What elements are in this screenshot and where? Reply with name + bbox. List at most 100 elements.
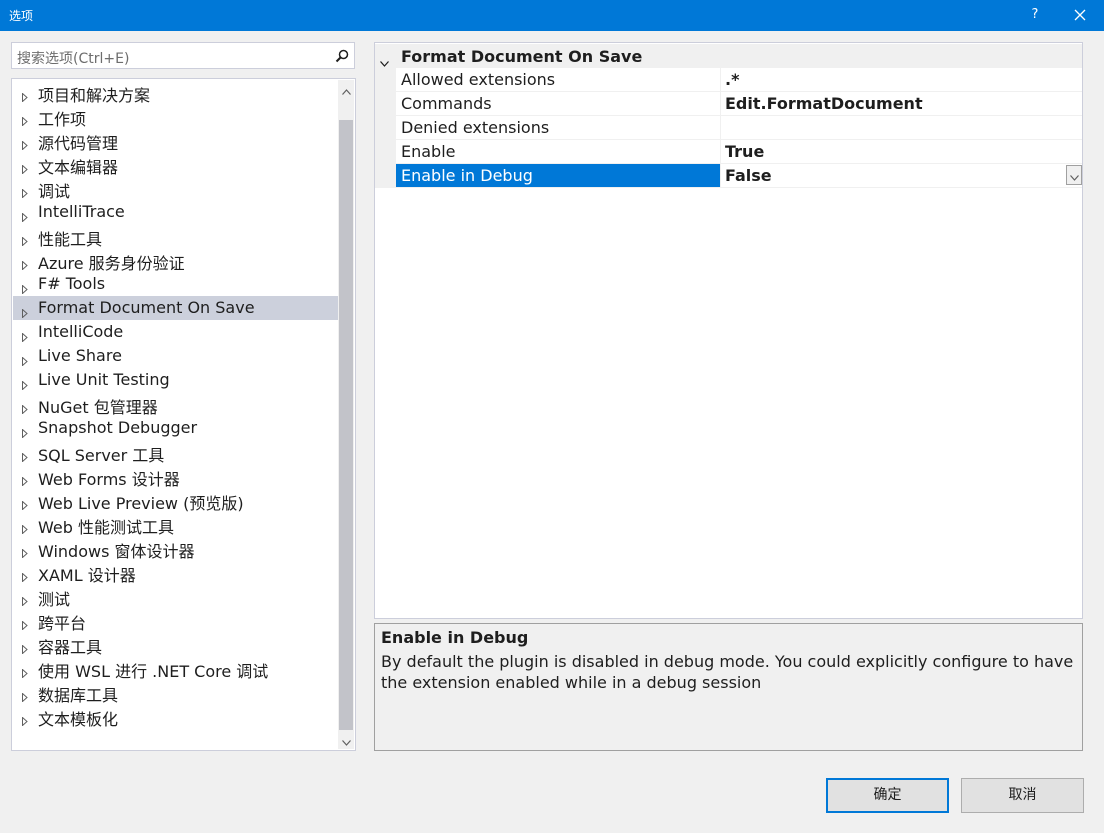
tree-item[interactable]: XAML 设计器 <box>13 560 338 585</box>
tree-item[interactable]: SQL Server 工具 <box>13 440 338 465</box>
tree-item-label: 容器工具 <box>38 638 103 657</box>
tree-item[interactable]: 数据库工具 <box>13 680 338 705</box>
tree-item[interactable]: Live Unit Testing <box>13 368 338 392</box>
property-value-cell[interactable]: True <box>720 140 1082 164</box>
property-name: Enable in Debug <box>401 166 533 185</box>
tree-item[interactable]: Web Forms 设计器 <box>13 464 338 489</box>
property-name-cell[interactable]: Enable <box>396 140 720 164</box>
row-gutter <box>375 164 396 188</box>
row-gutter <box>375 116 396 140</box>
tree-item-label: 工作项 <box>38 110 87 129</box>
tree-item[interactable]: Snapshot Debugger <box>13 416 338 440</box>
tree-item[interactable]: 测试 <box>13 584 338 609</box>
category-row[interactable]: Format Document On Save <box>375 44 1082 68</box>
tree-item-label: Snapshot Debugger <box>38 418 198 437</box>
window-title: 选项 <box>9 9 34 23</box>
row-gutter <box>375 92 396 116</box>
tree-item-label: 文本编辑器 <box>38 158 119 177</box>
property-value-cell[interactable] <box>720 116 1082 140</box>
tree-item[interactable]: 性能工具 <box>13 224 338 249</box>
tree-item-label: Web Live Preview (预览版) <box>38 494 244 513</box>
tree-item[interactable]: 使用 WSL 进行 .NET Core 调试 <box>13 656 338 681</box>
close-icon <box>1074 9 1086 21</box>
tree-item[interactable]: IntelliCode <box>13 320 338 344</box>
property-value: Edit.FormatDocument <box>725 94 923 113</box>
scroll-thumb[interactable] <box>339 120 353 730</box>
property-value: False <box>725 166 772 185</box>
tree-item[interactable]: Windows 窗体设计器 <box>13 536 338 561</box>
tree-list: 项目和解决方案工作项源代码管理文本编辑器调试 IntelliTrace 性能工具 Az… <box>13 80 338 730</box>
property-name: Denied extensions <box>401 118 550 137</box>
tree-item-label: 使用 WSL 进行 .NET Core 调试 <box>38 662 269 681</box>
tree-item-label: Live Unit Testing <box>38 370 170 389</box>
property-value: .* <box>725 70 740 89</box>
tree-item[interactable]: 容器工具 <box>13 632 338 657</box>
scroll-down-button[interactable] <box>338 731 354 749</box>
title-bar: 选项 ? <box>0 0 1104 31</box>
tree-item[interactable]: Azure 服务身份验证 <box>13 248 338 273</box>
tree-item[interactable]: 调试 <box>13 176 338 201</box>
search-input[interactable]: 搜索选项(Ctrl+E) <box>11 42 355 69</box>
tree-item-label: 调试 <box>38 182 71 201</box>
property-row[interactable]: Commands Edit.FormatDocument <box>375 92 1082 116</box>
tree-item-label: Web 性能测试工具 <box>38 518 174 537</box>
property-name-cell[interactable]: Allowed extensions <box>396 68 720 92</box>
property-name: Allowed extensions <box>401 70 556 89</box>
chevron-down-icon <box>341 740 351 746</box>
property-name-cell[interactable]: Enable in Debug <box>396 164 720 188</box>
description-panel: Enable in Debug By default the plugin is… <box>374 623 1083 751</box>
tree-item[interactable]: Web 性能测试工具 <box>13 512 338 537</box>
value-dropdown-button[interactable] <box>1066 165 1082 185</box>
close-button[interactable] <box>1060 0 1100 31</box>
tree-item[interactable]: 项目和解决方案 <box>13 80 338 105</box>
tree-item[interactable]: 源代码管理 <box>13 128 338 153</box>
tree-item-label: F# Tools <box>38 274 106 293</box>
row-gutter <box>375 68 396 92</box>
help-button[interactable]: ? <box>1024 0 1046 31</box>
tree-item-label: IntelliCode <box>38 322 124 341</box>
tree-item[interactable]: Format Document On Save <box>13 296 338 320</box>
property-name-cell[interactable]: Commands <box>396 92 720 116</box>
description-title: Enable in Debug <box>381 628 529 647</box>
tree-item-label: 文本模板化 <box>38 710 119 729</box>
property-value: True <box>725 142 765 161</box>
property-value-cell[interactable]: .* <box>720 68 1082 92</box>
cancel-button[interactable]: 取消 <box>961 778 1084 813</box>
property-name-cell[interactable]: Denied extensions <box>396 116 720 140</box>
tree-item-label: 测试 <box>38 590 71 609</box>
tree-item-label: Azure 服务身份验证 <box>38 254 185 273</box>
tree-item-label: 源代码管理 <box>38 134 119 153</box>
tree-item[interactable]: 跨平台 <box>13 608 338 633</box>
tree-item-label: 跨平台 <box>38 614 87 633</box>
property-row[interactable]: Enable in Debug False <box>375 164 1082 188</box>
tree-item-label: Format Document On Save <box>38 298 255 317</box>
tree-scrollbar[interactable] <box>338 80 354 749</box>
property-row[interactable]: Allowed extensions .* <box>375 68 1082 92</box>
expand-arrow-icon[interactable] <box>22 711 28 730</box>
tree-item[interactable]: Live Share <box>13 344 338 368</box>
tree-item-label: SQL Server 工具 <box>38 446 165 465</box>
ok-button[interactable]: 确定 <box>826 778 949 813</box>
search-icon[interactable] <box>335 48 349 67</box>
tree-item-label: NuGet 包管理器 <box>38 398 158 417</box>
tree-item-label: 数据库工具 <box>38 686 119 705</box>
property-value-cell[interactable]: False <box>720 164 1082 188</box>
tree-item[interactable]: 文本编辑器 <box>13 152 338 177</box>
tree-item[interactable]: F# Tools <box>13 272 338 296</box>
property-name: Commands <box>401 94 492 113</box>
scroll-up-button[interactable] <box>338 80 354 98</box>
property-grid: Format Document On Save Allowed extensio… <box>374 42 1083 619</box>
tree-item[interactable]: IntelliTrace <box>13 200 338 224</box>
chevron-up-icon <box>341 89 351 95</box>
tree-item-label: 性能工具 <box>38 230 103 249</box>
property-row[interactable]: Enable True <box>375 140 1082 164</box>
options-tree[interactable]: 项目和解决方案工作项源代码管理文本编辑器调试 IntelliTrace 性能工具 Az… <box>11 78 356 751</box>
tree-item[interactable]: 工作项 <box>13 104 338 129</box>
tree-item-label: IntelliTrace <box>38 202 125 221</box>
property-value-cell[interactable]: Edit.FormatDocument <box>720 92 1082 116</box>
property-row[interactable]: Denied extensions <box>375 116 1082 140</box>
tree-item[interactable]: 文本模板化 <box>13 704 338 730</box>
tree-item[interactable]: Web Live Preview (预览版) <box>13 488 338 513</box>
tree-item-label: Live Share <box>38 346 122 365</box>
tree-item[interactable]: NuGet 包管理器 <box>13 392 338 417</box>
